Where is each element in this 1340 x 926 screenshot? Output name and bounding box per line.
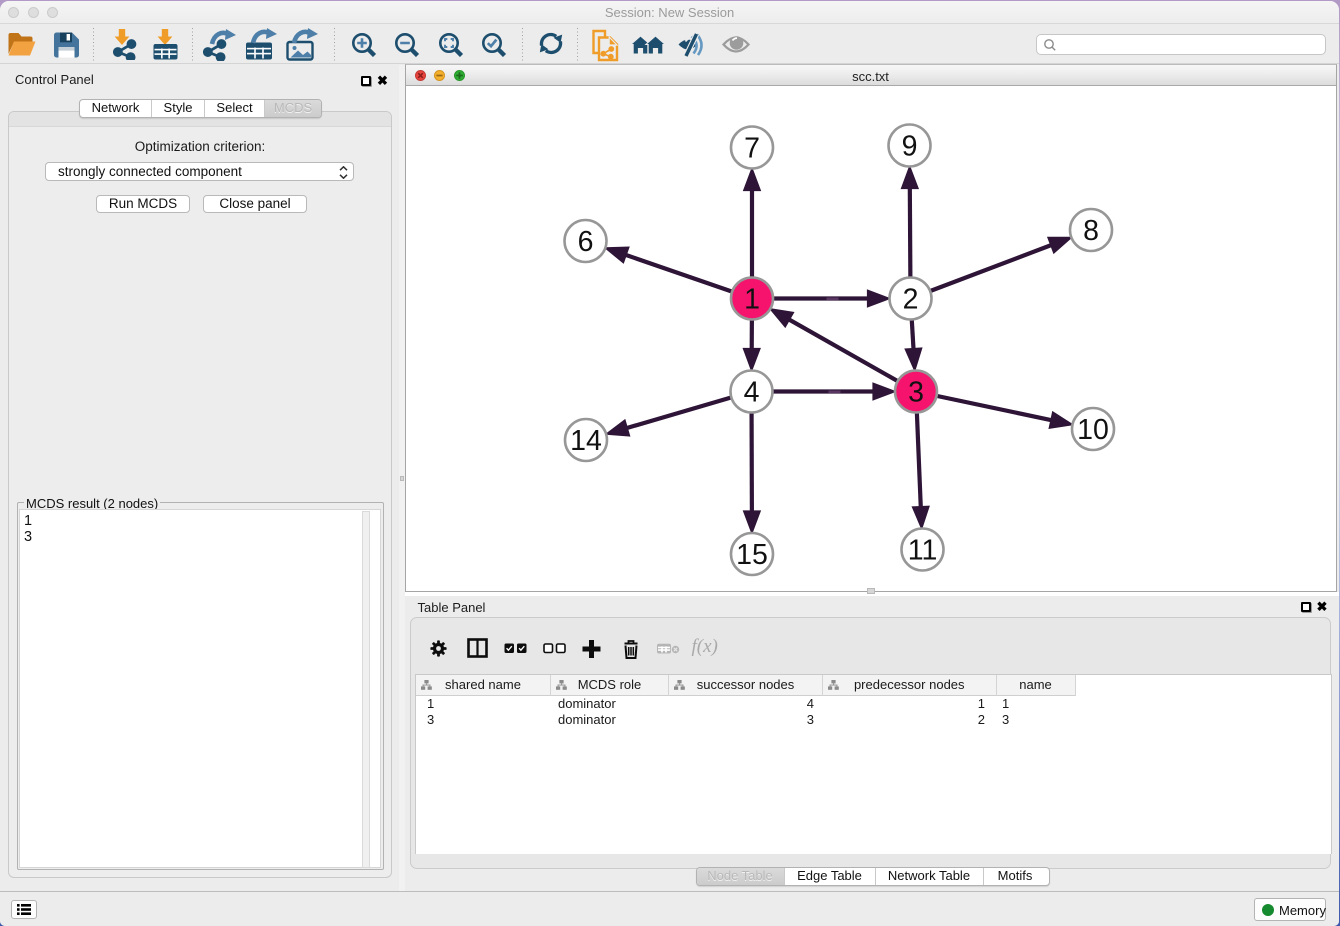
svg-text:2: 2 [902,284,918,316]
svg-text:3: 3 [908,377,924,409]
svg-text:6: 6 [577,226,593,258]
svg-text:14: 14 [570,425,602,457]
svg-text:4: 4 [743,377,759,409]
svg-text:10: 10 [1077,414,1109,446]
svg-text:8: 8 [1083,215,1099,247]
svg-text:1: 1 [744,284,760,316]
svg-text:11: 11 [907,535,937,567]
svg-text:15: 15 [736,539,768,571]
svg-text:9: 9 [901,131,917,163]
svg-text:7: 7 [744,133,760,165]
